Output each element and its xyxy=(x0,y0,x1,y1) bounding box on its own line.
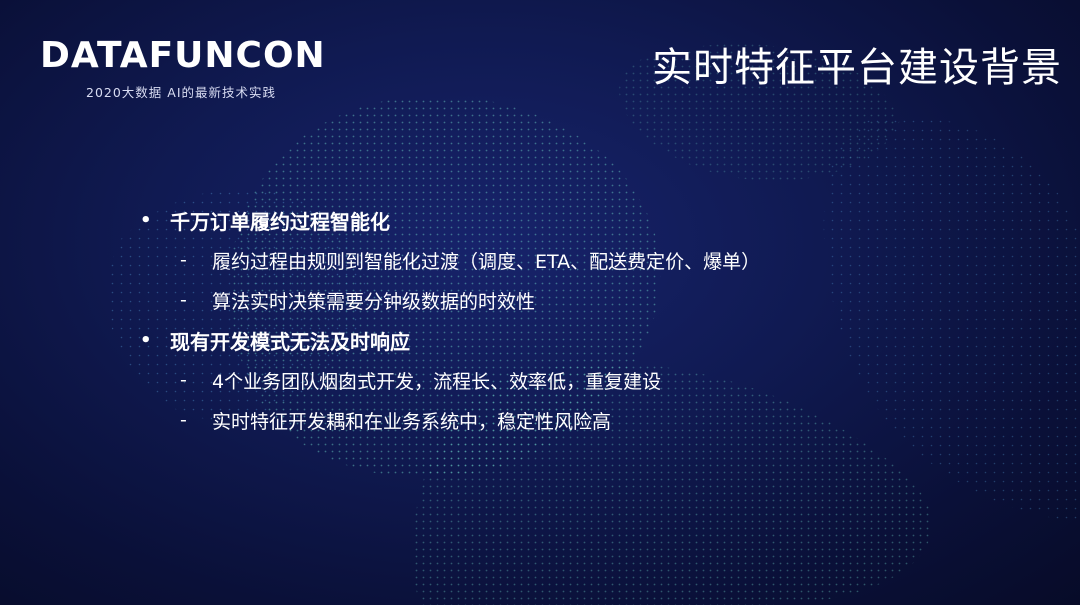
brand-logo: DATAFUNCON xyxy=(40,35,326,76)
sub-bullet-text: 4个业务团队烟囱式开发，流程长、效率低，重复建设 xyxy=(212,370,662,393)
sub-bullet-text: 实时特征开发耦和在业务系统中，稳定性风险高 xyxy=(212,410,612,433)
bullet-text: 现有开发模式无法及时响应 xyxy=(170,329,410,354)
bullet-text: 千万订单履约过程智能化 xyxy=(170,209,390,234)
sub-bullet-marker: - xyxy=(180,249,187,271)
bullet-list: • 千万订单履约过程智能化 - 履约过程由规则到智能化过渡（调度、ETA、配送费… xyxy=(140,200,760,440)
sub-bullet-item: - 4个业务团队烟囱式开发，流程长、效率低，重复建设 xyxy=(180,360,760,400)
brand-tagline: 2020大数据 AI的最新技术实践 xyxy=(86,85,277,100)
sub-bullet-item: - 实时特征开发耦和在业务系统中，稳定性风险高 xyxy=(180,400,760,440)
bullet-marker: • xyxy=(140,209,152,231)
sub-bullet-item: - 履约过程由规则到智能化过渡（调度、ETA、配送费定价、爆单） xyxy=(180,240,760,280)
slide: DATAFUNCON 2020大数据 AI的最新技术实践 实时特征平台建设背景 … xyxy=(0,0,1080,605)
bullet-item: • 千万订单履约过程智能化 xyxy=(140,200,760,240)
slide-title: 实时特征平台建设背景 xyxy=(652,45,1062,91)
bullet-marker: • xyxy=(140,329,152,351)
sub-bullet-item: - 算法实时决策需要分钟级数据的时效性 xyxy=(180,280,760,320)
sub-bullet-marker: - xyxy=(180,409,187,431)
sub-bullet-text: 算法实时决策需要分钟级数据的时效性 xyxy=(212,290,536,313)
bullet-item: • 现有开发模式无法及时响应 xyxy=(140,320,760,360)
sub-bullet-marker: - xyxy=(180,369,187,391)
sub-bullet-text: 履约过程由规则到智能化过渡（调度、ETA、配送费定价、爆单） xyxy=(212,250,761,273)
sub-bullet-marker: - xyxy=(180,289,187,311)
